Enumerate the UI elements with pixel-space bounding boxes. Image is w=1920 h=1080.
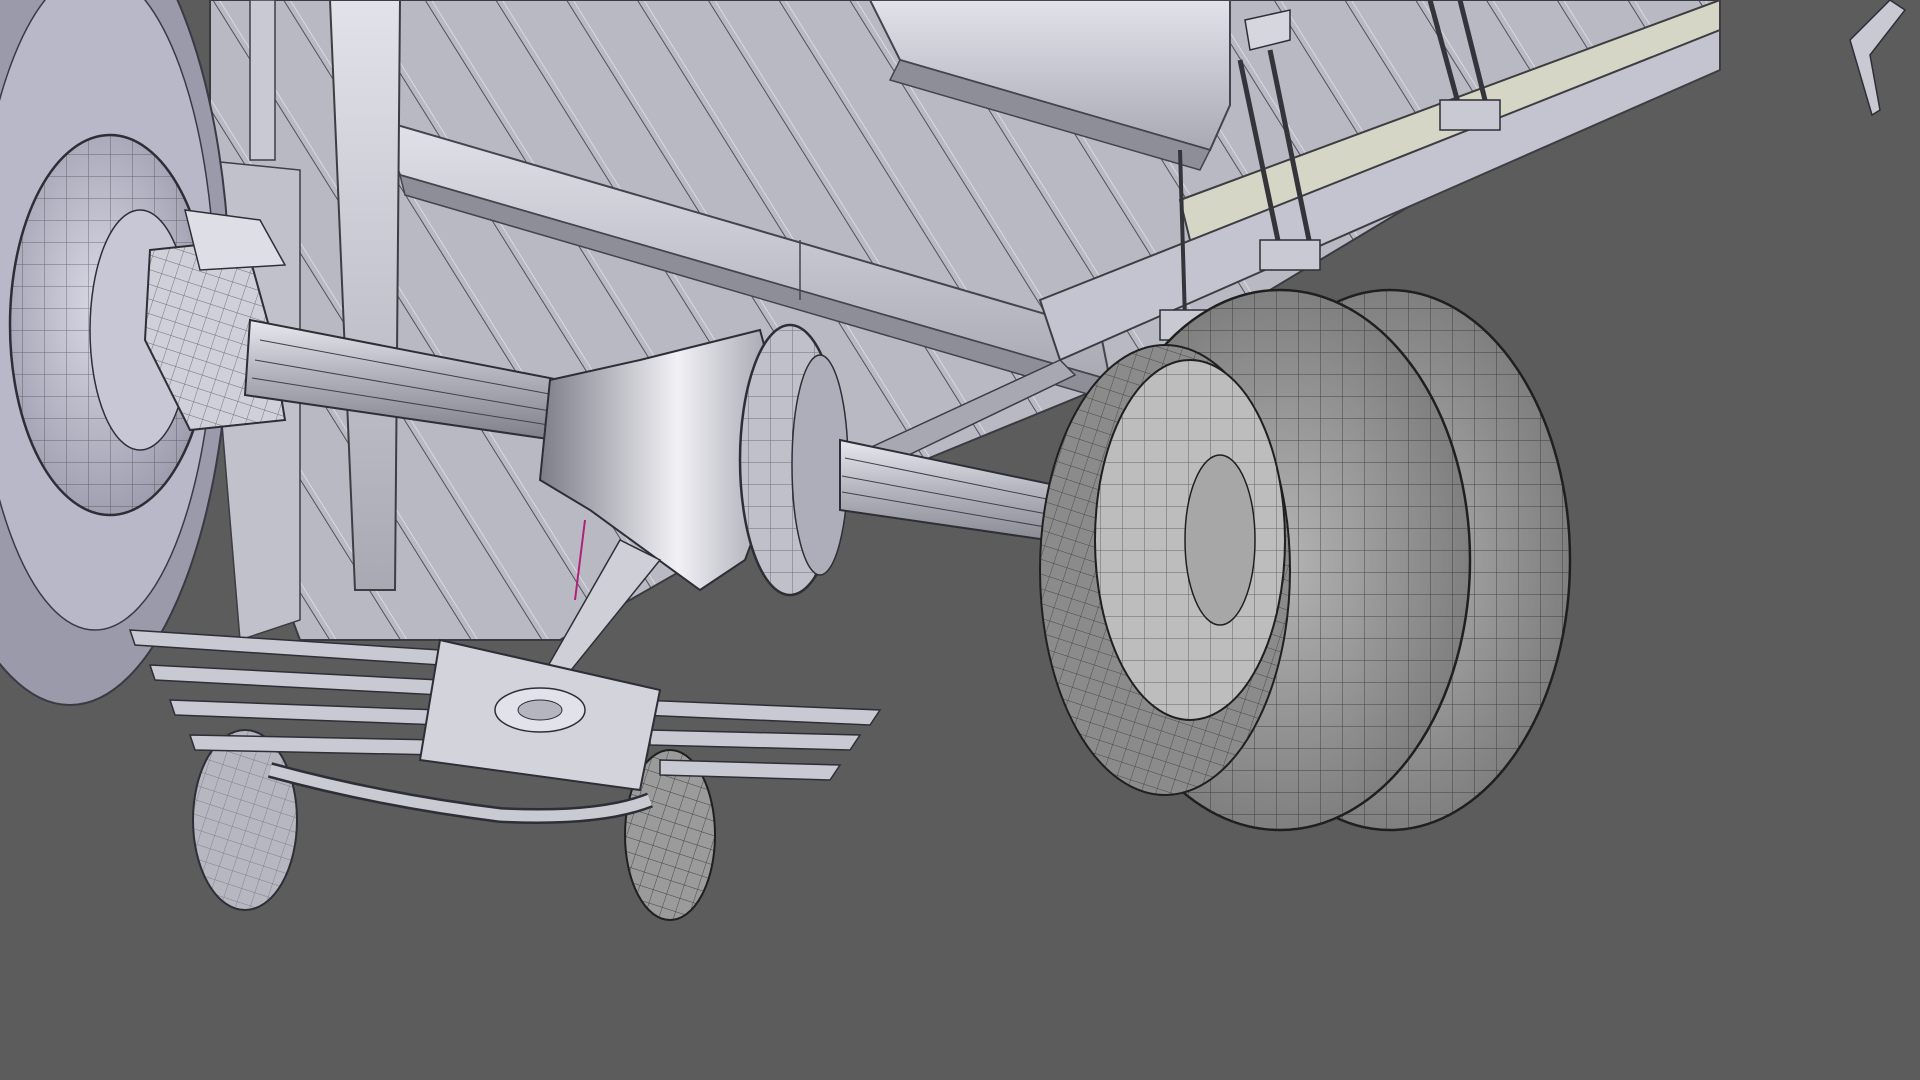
3d-viewport[interactable] <box>0 0 1920 1080</box>
dual-rear-wheel-right[interactable] <box>1039 288 1572 832</box>
scene-canvas[interactable] <box>0 0 1920 1080</box>
front-spare-tire[interactable] <box>192 729 298 911</box>
